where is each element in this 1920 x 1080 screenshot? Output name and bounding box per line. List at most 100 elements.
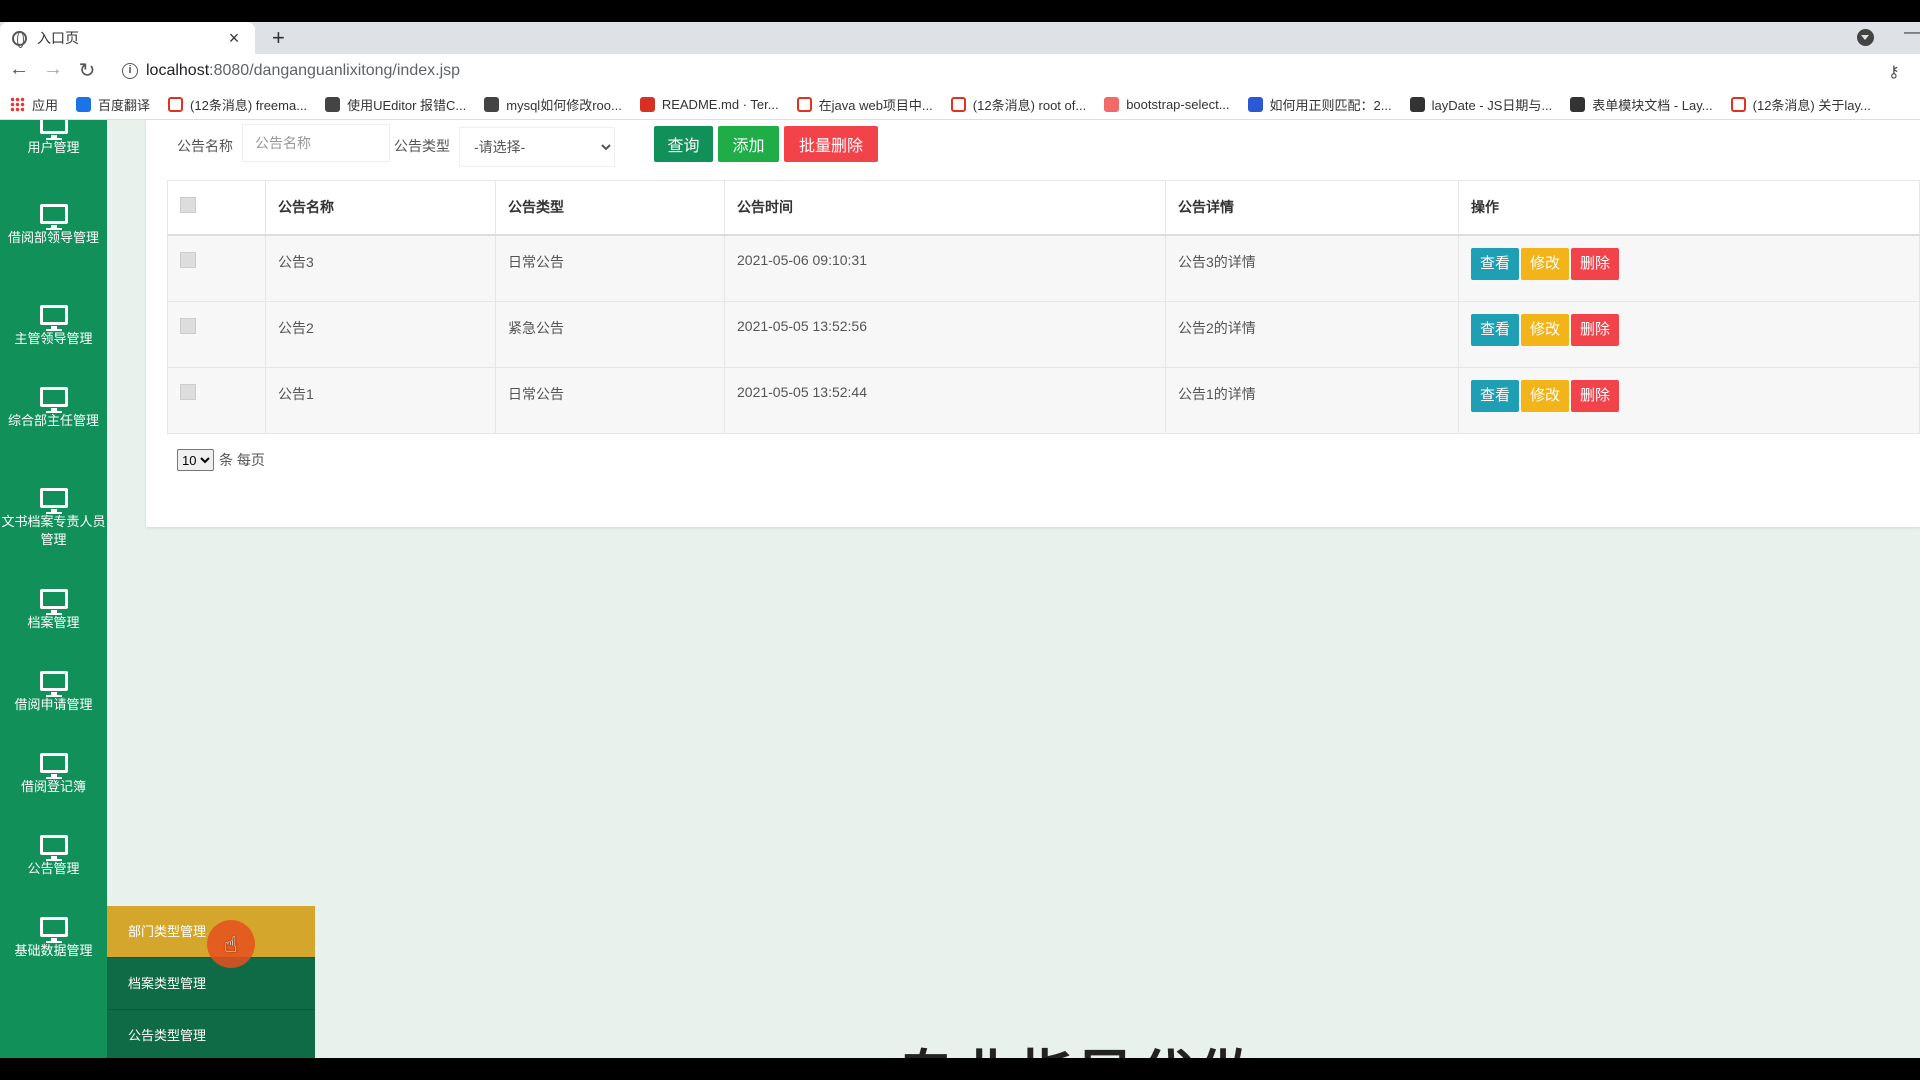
bookmark-label: 表单模块文档 - Lay... (1592, 98, 1713, 113)
notice-type-cell: 日常公告 (495, 234, 725, 302)
select-all-checkbox[interactable] (180, 197, 196, 213)
pagination: 10 条 每页 (177, 449, 265, 471)
reload-icon[interactable]: ↻ (74, 58, 100, 83)
screen-bottom-border (0, 1058, 1920, 1080)
bookmark-label: (12条消息) 关于lay... (1752, 98, 1871, 113)
column-header: 操作 (1458, 180, 1920, 236)
bookmark-item[interactable]: 应用 (10, 95, 58, 114)
content-panel: 公告名称 公告类型 -请选择- 查询 添加 批量删除 公告名称 公告类型 公告时… (146, 120, 1920, 527)
screen-top-border (0, 0, 1920, 22)
sidebar-item-notices[interactable]: 公告管理 (0, 835, 107, 878)
submenu-item-notice-types[interactable]: 公告类型管理 (107, 1010, 315, 1058)
monitor-icon (39, 589, 68, 615)
bookmark-item[interactable]: bootstrap-select... (1104, 97, 1230, 112)
bookmark-item[interactable]: mysql如何修改roo... (484, 95, 622, 114)
delete-button[interactable]: 删除 (1571, 248, 1620, 280)
hand-cursor-icon: ☝ (224, 932, 238, 957)
gitee-icon (639, 97, 655, 112)
bookmark-label: 如何用正则匹配：2... (1269, 98, 1392, 113)
column-header: 公告名称 (265, 180, 496, 236)
view-button[interactable]: 查看 (1471, 379, 1520, 412)
sidebar-item-label: 用户管理 (27, 140, 80, 155)
delete-button[interactable]: 删除 (1571, 313, 1620, 346)
url-host: localhost (146, 62, 210, 79)
row-checkbox[interactable] (180, 252, 196, 268)
key-icon[interactable]: ⚷ (1888, 62, 1900, 82)
view-button[interactable]: 查看 (1471, 313, 1520, 346)
query-button[interactable]: 查询 (654, 126, 713, 162)
sidebar-item-general-directors[interactable]: 综合部主任管理 (0, 387, 107, 430)
sidebar-item-label: 主管领导管理 (14, 331, 93, 346)
sidebar-item-users[interactable]: 用户管理 (0, 120, 107, 157)
monitor-icon (39, 387, 68, 413)
page-viewport: 用户管理 借阅部领导管理 主管领导管理 综合部主任管理 文书档案专责人员管理 档… (0, 120, 1920, 1058)
bookmark-item[interactable]: (12条消息) 关于lay... (1730, 95, 1871, 114)
info-icon[interactable]: i (122, 63, 138, 79)
actions-cell: 查看 修改 删除 (1458, 366, 1920, 434)
bookmark-item[interactable]: layDate - JS日期与... (1409, 95, 1553, 114)
sidebar-item-archives[interactable]: 档案管理 (0, 589, 107, 632)
forward-arrow-icon[interactable]: → (40, 58, 66, 81)
actions-cell: 查看 修改 删除 (1458, 300, 1920, 368)
layui-icon (1570, 97, 1586, 112)
tab-search-icon[interactable] (1857, 29, 1874, 46)
browser-tabstrip: 入口页 × + — (0, 22, 1920, 54)
monitor-icon (39, 120, 68, 140)
browser-tab[interactable]: 入口页 × (0, 22, 255, 54)
bookmark-item[interactable]: (12条消息) root of... (950, 95, 1087, 114)
edit-button[interactable]: 修改 (1521, 313, 1570, 346)
notice-detail-cell: 公告2的详情 (1165, 300, 1459, 368)
edit-button[interactable]: 修改 (1521, 379, 1570, 412)
apps-grid-icon (10, 97, 25, 112)
sidebar-item-borrow-requests[interactable]: 借阅申请管理 (0, 671, 107, 714)
back-arrow-icon[interactable]: ← (6, 58, 32, 81)
csdn-icon (950, 97, 966, 112)
notice-table: 公告名称 公告类型 公告时间 公告详情 操作 公告3 日常公告 2021-05-… (167, 180, 1920, 434)
submenu-item-archive-types[interactable]: 档案类型管理 (107, 958, 315, 1010)
delete-button[interactable]: 删除 (1571, 379, 1620, 412)
column-header: 公告详情 (1165, 180, 1459, 236)
add-button[interactable]: 添加 (718, 126, 779, 162)
url-field[interactable]: localhost:8080/danganguanlixitong/index.… (146, 62, 460, 80)
bookmark-item[interactable]: 表单模块文档 - Lay... (1570, 95, 1713, 114)
minimize-icon[interactable]: — (1904, 24, 1920, 42)
close-icon[interactable]: × (225, 28, 243, 49)
bookmark-item[interactable]: README.md · Ter... (639, 97, 779, 112)
notice-type-select[interactable]: -请选择- (459, 127, 615, 167)
row-select-cell (167, 366, 266, 434)
bookmark-item[interactable]: (12条消息) freema... (168, 95, 307, 114)
row-checkbox[interactable] (180, 383, 196, 400)
sidebar-item-base-data[interactable]: 基础数据管理 (0, 917, 107, 960)
sidebar-item-label: 借阅部领导管理 (7, 230, 99, 245)
page-size-suffix: 条 每页 (219, 452, 265, 468)
page-size-select[interactable]: 10 (177, 449, 214, 471)
batch-delete-button[interactable]: 批量删除 (784, 126, 878, 162)
notice-detail-cell: 公告3的详情 (1165, 234, 1459, 302)
monitor-icon (39, 917, 68, 943)
notice-type-cell: 紧急公告 (495, 300, 725, 368)
row-select-cell (167, 300, 266, 368)
bookmark-label: bootstrap-select... (1126, 97, 1230, 112)
bookmark-label: 在java web项目中... (818, 98, 933, 113)
browser-addressbar: ← → ↻ i localhost:8080/danganguanlixiton… (0, 54, 1920, 90)
bookmark-label: layDate - JS日期与... (1431, 98, 1553, 113)
sidebar-item-borrow-dept-leaders[interactable]: 借阅部领导管理 (0, 204, 107, 247)
bookmark-item[interactable]: 在java web项目中... (796, 95, 933, 114)
bookmark-item[interactable]: 使用UEditor 报错C... (325, 95, 466, 114)
bookmark-item[interactable]: 如何用正则匹配：2... (1247, 95, 1392, 114)
row-checkbox[interactable] (180, 317, 196, 334)
bookmark-label: mysql如何修改roo... (506, 98, 622, 113)
sidebar-item-archive-staff[interactable]: 文书档案专责人员管理 (0, 488, 107, 549)
bookmark-label: (12条消息) root of... (972, 98, 1087, 113)
leaf-icon (484, 97, 500, 112)
site-icon (1104, 97, 1120, 112)
sidebar-item-supervisors[interactable]: 主管领导管理 (0, 305, 107, 348)
view-button[interactable]: 查看 (1471, 248, 1520, 280)
monitor-icon (39, 671, 68, 697)
sidebar-item-borrow-register[interactable]: 借阅登记簿 (0, 753, 107, 796)
monitor-icon (39, 488, 68, 514)
new-tab-icon[interactable]: + (272, 25, 285, 51)
notice-name-input[interactable] (242, 124, 390, 162)
bookmark-item[interactable]: 百度翻译 (76, 95, 150, 114)
edit-button[interactable]: 修改 (1521, 248, 1570, 280)
